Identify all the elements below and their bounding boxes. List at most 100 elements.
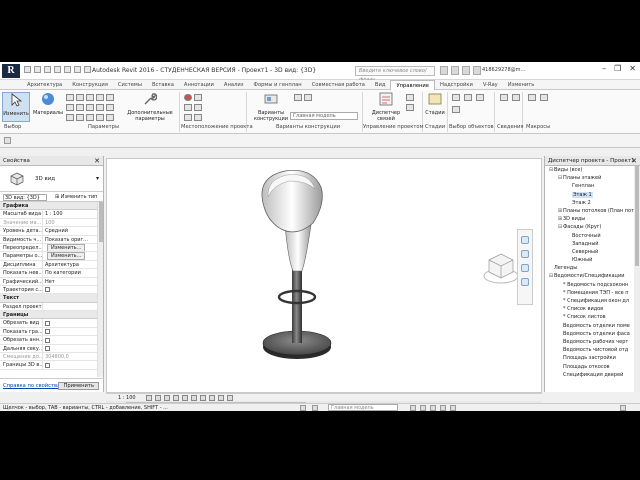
checkbox[interactable] — [45, 320, 50, 326]
properties-help-link[interactable]: Справка по свойствам — [3, 379, 64, 393]
tree-node[interactable]: ⊟Планы этажей — [545, 174, 640, 182]
checkbox[interactable] — [45, 346, 50, 352]
type-selector[interactable]: 3D вид ▾ — [0, 166, 103, 192]
property-value[interactable] — [43, 345, 103, 352]
undo-icon[interactable] — [44, 66, 51, 73]
tree-node[interactable]: Ведомость чистовой отд — [545, 346, 640, 354]
tree-node[interactable]: * Ведомость подсхоконн — [545, 281, 640, 289]
shared-params-icon[interactable] — [106, 94, 114, 101]
load-selection-icon[interactable] — [476, 94, 484, 101]
search-input[interactable]: Введите ключевое слово/фразу — [355, 66, 435, 83]
worksets-icon[interactable] — [300, 405, 306, 411]
tree-node[interactable]: ⊟Фасады (Круг) — [545, 223, 640, 231]
edit-type-button[interactable]: ⊞ Изменить тип — [55, 194, 97, 200]
mep-settings-icon[interactable] — [106, 104, 114, 111]
transfer-standards-icon[interactable] — [76, 104, 84, 111]
property-section[interactable]: Текст — [0, 294, 103, 303]
edit-button[interactable]: Изменить... — [47, 252, 86, 260]
tree-node[interactable]: Северный — [545, 248, 640, 256]
main-model-select[interactable]: Главная модель — [290, 112, 358, 120]
tree-node[interactable]: Западный — [545, 240, 640, 248]
tab-item[interactable]: Надстройки — [435, 80, 478, 90]
units-icon[interactable] — [96, 114, 104, 121]
property-value[interactable]: Средний — [43, 227, 103, 234]
property-value[interactable]: Показать ориг... — [43, 236, 103, 243]
tree-node[interactable]: ⊞3D виды — [545, 215, 640, 223]
select-by-face-icon[interactable] — [440, 405, 446, 411]
property-value[interactable]: 100 — [43, 219, 103, 226]
drag-elements-icon[interactable] — [450, 405, 456, 411]
tree-node[interactable]: Южный — [545, 256, 640, 264]
project-info-icon[interactable] — [86, 94, 94, 101]
tree-node[interactable]: Генплан — [545, 182, 640, 190]
purge-icon[interactable] — [86, 104, 94, 111]
tree-node[interactable]: ⊞Планы потолков (План пот — [545, 207, 640, 215]
modify-button[interactable]: Изменить — [2, 92, 30, 122]
panel-schedule-icon[interactable] — [66, 114, 74, 121]
rotate-icon[interactable] — [184, 114, 192, 121]
close-icon[interactable]: ✕ — [94, 156, 100, 166]
filter-icon[interactable] — [620, 405, 626, 411]
property-value[interactable] — [43, 286, 103, 293]
loads-icon[interactable] — [86, 114, 94, 121]
object-styles-icon[interactable] — [66, 94, 74, 101]
manage-images-icon[interactable] — [406, 104, 414, 111]
steering-wheel-icon[interactable] — [521, 236, 529, 244]
redo-icon[interactable] — [54, 66, 61, 73]
tree-node[interactable]: Площадь откосов — [545, 363, 640, 371]
tab-item[interactable]: V-Ray — [478, 80, 503, 90]
macro-security-icon[interactable] — [540, 94, 548, 101]
additional-icon[interactable] — [76, 114, 84, 121]
tab-item[interactable]: Управление — [390, 79, 435, 90]
tree-node[interactable]: * Список видов — [545, 305, 640, 313]
edit-selection-icon[interactable] — [452, 106, 460, 113]
additional-params-button[interactable]: Дополнительные параметры — [124, 92, 176, 122]
instance-select[interactable]: 3D вид: {3D} — [3, 194, 47, 201]
zoom-icon[interactable] — [521, 250, 529, 258]
global-params-icon[interactable] — [66, 104, 74, 111]
pan-icon[interactable] — [521, 264, 529, 272]
close-icon[interactable]: ✕ — [629, 64, 636, 73]
save-selection-icon[interactable] — [464, 94, 472, 101]
user-icon[interactable] — [473, 66, 481, 75]
north-icon[interactable] — [194, 104, 202, 111]
property-value[interactable]: Нет — [43, 278, 103, 285]
star-icon[interactable] — [462, 66, 470, 75]
property-value[interactable] — [43, 319, 103, 326]
measure-icon[interactable] — [74, 66, 81, 73]
property-value[interactable] — [43, 303, 103, 310]
property-value[interactable] — [43, 328, 103, 335]
materials-button[interactable]: Материалы — [33, 92, 63, 116]
tree-node[interactable]: Ведомость отделки поме — [545, 322, 640, 330]
tab-item[interactable]: Анализ — [219, 80, 249, 90]
select-pinned-icon[interactable] — [430, 405, 436, 411]
checkbox[interactable] — [45, 329, 50, 335]
tree-node[interactable]: * Спецификация окон дл — [545, 297, 640, 305]
phases-button[interactable]: Стадии — [425, 92, 445, 116]
text-icon[interactable] — [84, 66, 91, 73]
revit-logo-icon[interactable]: R — [2, 64, 20, 78]
tab-item[interactable]: Формы и генплан — [248, 80, 306, 90]
add-to-set-icon[interactable] — [294, 94, 302, 101]
position-icon[interactable] — [184, 104, 192, 111]
minimize-icon[interactable]: – — [602, 64, 606, 73]
orbit-icon[interactable] — [521, 278, 529, 286]
tree-node[interactable]: * Список листов — [545, 313, 640, 321]
subscription-icon[interactable] — [451, 66, 459, 75]
property-value[interactable]: Изменить... — [43, 243, 103, 252]
tree-node[interactable]: ⊟Ведомости/Спецификации — [545, 272, 640, 280]
property-value[interactable]: Изменить... — [43, 252, 103, 260]
open-icon[interactable] — [24, 66, 31, 73]
signed-in-user[interactable]: 418629278@m... — [482, 67, 525, 73]
edit-button[interactable]: Изменить... — [47, 243, 86, 252]
property-value[interactable]: Архитектура — [43, 261, 103, 268]
properties-scrollbar[interactable] — [97, 202, 103, 377]
save-icon[interactable] — [34, 66, 41, 73]
select-links-icon[interactable] — [410, 405, 416, 411]
location-icon[interactable] — [184, 94, 192, 101]
coordinates-icon[interactable] — [194, 94, 202, 101]
property-value[interactable] — [43, 336, 103, 343]
checkbox[interactable] — [45, 287, 50, 293]
tab-item[interactable]: Конструкция — [67, 80, 113, 90]
active-model-select[interactable]: Главная модель — [328, 404, 398, 411]
